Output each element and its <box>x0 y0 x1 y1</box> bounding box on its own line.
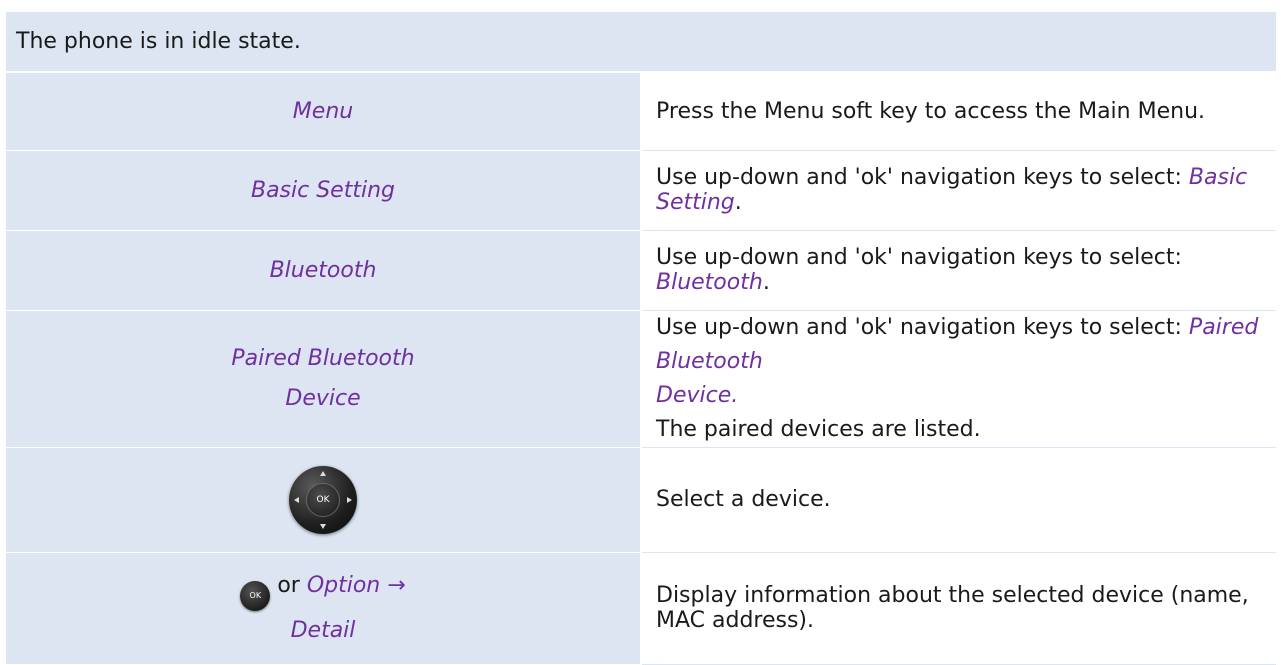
arrow-up-icon <box>320 470 326 476</box>
key-or: or <box>277 572 300 598</box>
desc-after: The paired devices are listed. <box>656 416 981 442</box>
key-line1: Paired Bluetooth <box>231 345 415 371</box>
step-description: Display information about the selected d… <box>641 552 1276 665</box>
desc-item: Bluetooth <box>656 270 763 295</box>
step-row: Paired Bluetooth Device Use up-down and … <box>6 310 1276 448</box>
navigation-pad-icon: OK <box>289 465 357 534</box>
step-description: Use up-down and 'ok' navigation keys to … <box>641 150 1276 231</box>
step-row: Basic Setting Use up-down and 'ok' navig… <box>6 150 1276 231</box>
step-key-navpad: OK <box>6 447 642 553</box>
step-row: Bluetooth Use up-down and 'ok' navigatio… <box>6 230 1276 311</box>
desc-text: Use up-down and 'ok' navigation keys to … <box>656 165 1189 190</box>
step-description: Use up-down and 'ok' navigation keys to … <box>641 230 1276 311</box>
arrow-right-icon <box>347 496 352 503</box>
step-key-menu: Menu <box>6 72 642 151</box>
step-description: Press the Menu soft key to access the Ma… <box>641 72 1276 151</box>
desc-text: Use up-down and 'ok' navigation keys to … <box>656 245 1182 270</box>
arrow-down-icon <box>320 523 326 529</box>
key-line2: Device <box>285 385 361 411</box>
step-key-bluetooth: Bluetooth <box>6 230 642 311</box>
top-margin <box>0 0 1281 12</box>
desc-item-line2: Device. <box>656 382 739 408</box>
header-text: The phone is in idle state. <box>6 12 1276 73</box>
step-key-ok-option: OK or Option → Detail <box>6 552 642 665</box>
step-row: OK or Option → Detail Display informatio… <box>6 552 1276 665</box>
step-row: Menu Press the Menu soft key to access t… <box>6 72 1276 151</box>
step-key-basic-setting: Basic Setting <box>6 150 642 231</box>
desc-suffix: . <box>762 270 770 295</box>
key-line1: Option → <box>306 572 406 598</box>
procedure-table: The phone is in idle state. Menu Press t… <box>6 12 1276 665</box>
ok-key-icon: OK <box>240 580 271 611</box>
arrow-left-icon <box>294 496 299 503</box>
step-description: Select a device. <box>641 447 1276 553</box>
ok-center-label: OK <box>306 482 340 517</box>
key-line1-wrap: OK or Option → <box>6 566 640 611</box>
key-line2: Detail <box>290 617 356 643</box>
step-key-paired-device: Paired Bluetooth Device <box>6 310 642 448</box>
desc-text: Use up-down and 'ok' navigation keys to … <box>656 314 1189 340</box>
header-row: The phone is in idle state. <box>6 12 1276 73</box>
step-row: OK Select a device. <box>6 447 1276 553</box>
step-description: Use up-down and 'ok' navigation keys to … <box>641 310 1276 448</box>
desc-suffix: . <box>734 190 742 215</box>
